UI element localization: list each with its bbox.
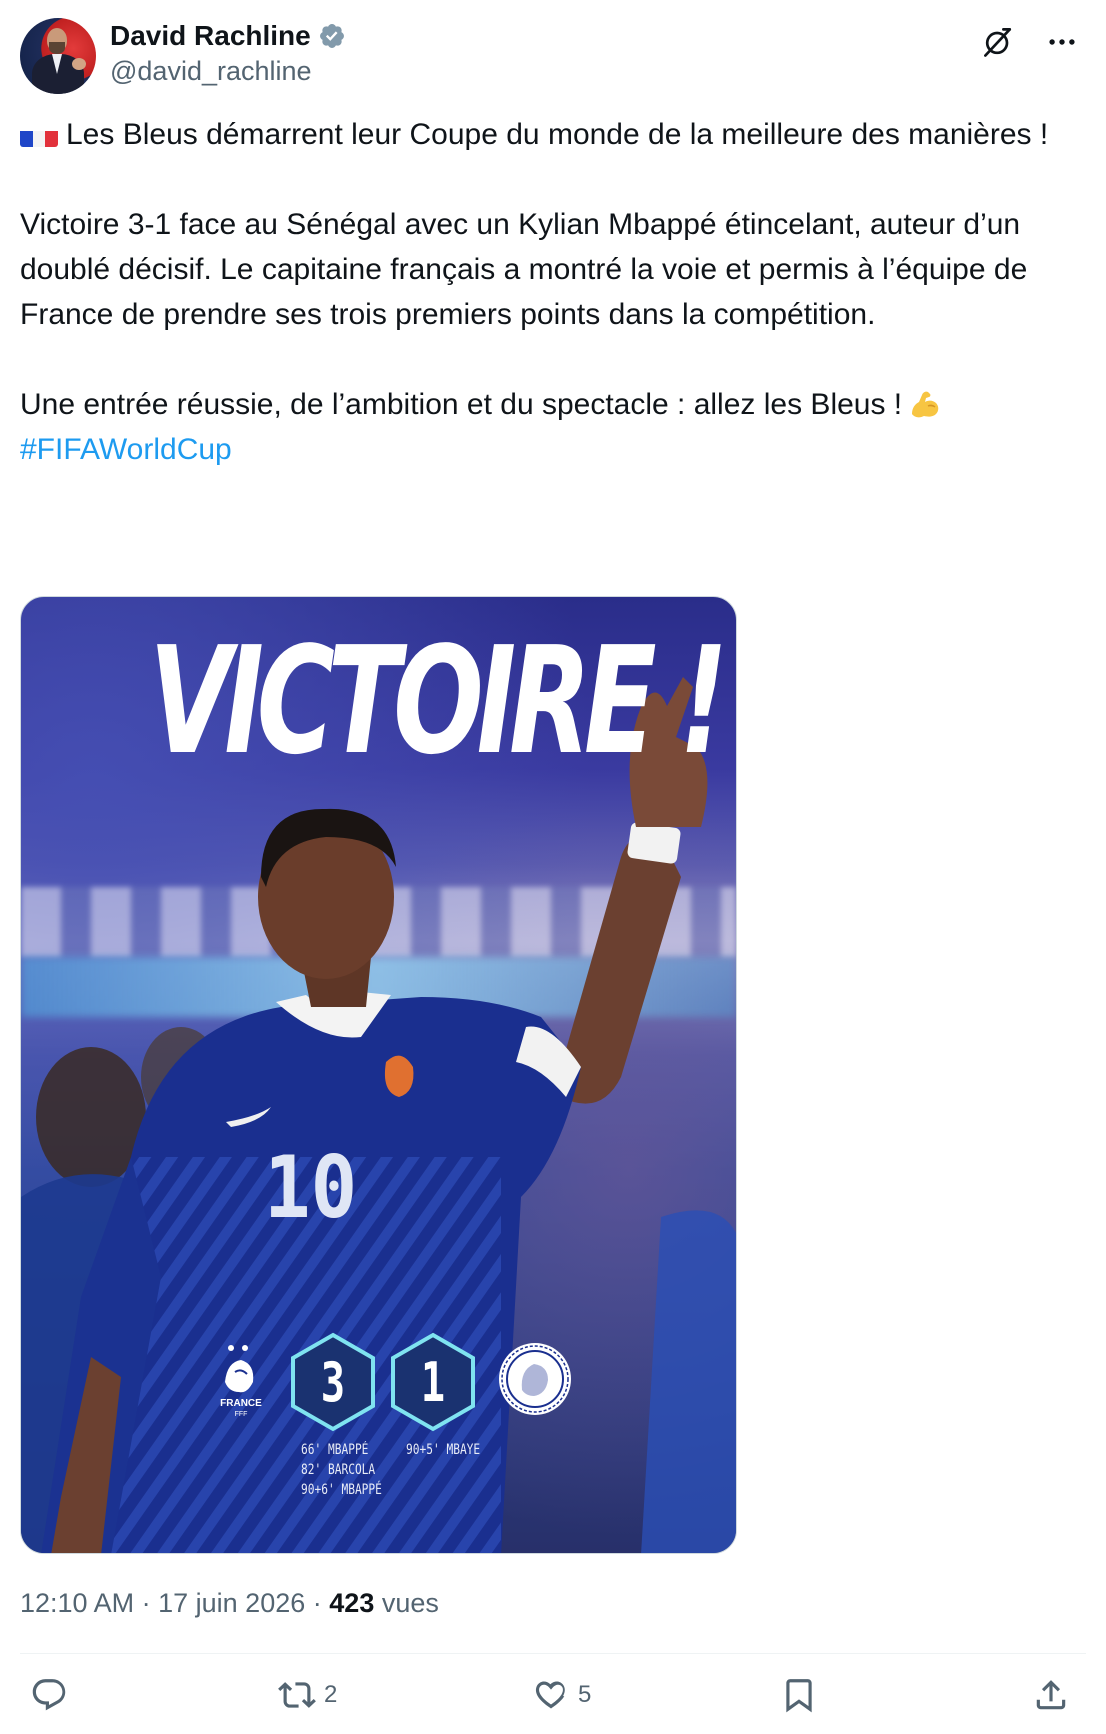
svg-text:FFF: FFF xyxy=(235,1411,248,1418)
jersey-number: 10 xyxy=(264,1138,357,1238)
views-count: 423 xyxy=(329,1588,375,1618)
scorer-line: 66' MBAPPÉ xyxy=(301,1442,369,1458)
action-bar: 2 5 xyxy=(20,1676,1086,1724)
heart-icon xyxy=(535,1681,565,1709)
tweet-time[interactable]: 12:10 AM xyxy=(20,1588,134,1618)
retweet-count: 2 xyxy=(324,1681,338,1708)
bookmark-icon xyxy=(786,1679,812,1713)
home-scorers-list: 66' MBAPPÉ 82' BARCOLA 90+6' MBAPPÉ xyxy=(301,1440,382,1500)
bookmark-button[interactable] xyxy=(780,1676,818,1714)
scorer-line: 82' BARCOLA xyxy=(301,1462,376,1478)
divider xyxy=(20,1653,1086,1654)
grok-icon[interactable] xyxy=(978,22,1018,62)
france-crest-icon: FRANCE FFF xyxy=(211,1342,271,1422)
retweet-icon xyxy=(278,1682,316,1708)
share-button[interactable] xyxy=(1032,1676,1070,1714)
more-icon[interactable] xyxy=(1042,22,1082,62)
scoreboard: FRANCE FFF 3 1 66' MBAPPÉ 82' BARCOLA 90… xyxy=(211,1332,591,1498)
retweet-button[interactable]: 2 xyxy=(278,1676,337,1714)
scorer-line: 90+6' MBAPPÉ xyxy=(301,1482,382,1498)
reply-button[interactable] xyxy=(30,1676,76,1714)
home-score: 3 xyxy=(289,1332,377,1432)
away-score: 1 xyxy=(389,1332,477,1432)
tweet-image[interactable]: 10 VICTOIRE ! FRANCE FFF 3 1 66' MBAPPÉ … xyxy=(20,596,737,1554)
svg-text:FRANCE: FRANCE xyxy=(220,1398,262,1409)
tweet-paragraph: Les Bleus démarrent leur Coupe du monde … xyxy=(20,112,1080,157)
avatar[interactable] xyxy=(20,18,96,94)
tweet-paragraph: Une entrée réussie, de l’ambition et du … xyxy=(20,382,1080,472)
reply-icon xyxy=(32,1679,66,1711)
author-block: David Rachline @david_rachline xyxy=(110,18,346,87)
share-icon xyxy=(1036,1680,1066,1710)
tweet-text: Les Bleus démarrent leur Coupe du monde … xyxy=(20,112,1080,472)
scorer-line: 90+5' MBAYE xyxy=(406,1442,481,1458)
tweet-date[interactable]: 17 juin 2026 xyxy=(158,1588,305,1618)
tweet-paragraph: Victoire 3-1 face au Sénégal avec un Kyl… xyxy=(20,208,1028,331)
verified-badge-icon[interactable] xyxy=(318,22,346,50)
author-display-name[interactable]: David Rachline xyxy=(110,20,311,52)
away-scorers-list: 90+5' MBAYE xyxy=(406,1440,480,1460)
like-count: 5 xyxy=(578,1681,592,1708)
hashtag-link[interactable]: #FIFAWorldCup xyxy=(20,433,232,466)
media-headline: VICTOIRE ! xyxy=(149,615,728,787)
like-button[interactable]: 5 xyxy=(532,1676,591,1714)
tweet: David Rachline @david_rachline Les Bleus… xyxy=(0,0,1106,1734)
views-label: vues xyxy=(381,1588,439,1618)
senegal-crest-icon xyxy=(496,1340,574,1418)
flag-france-icon xyxy=(20,123,58,147)
flexed-biceps-icon xyxy=(908,384,944,420)
author-handle[interactable]: @david_rachline xyxy=(110,56,346,87)
tweet-meta: 12:10 AM · 17 juin 2026 · 423 vues xyxy=(20,1588,439,1618)
tweet-header: David Rachline @david_rachline xyxy=(20,18,1086,94)
